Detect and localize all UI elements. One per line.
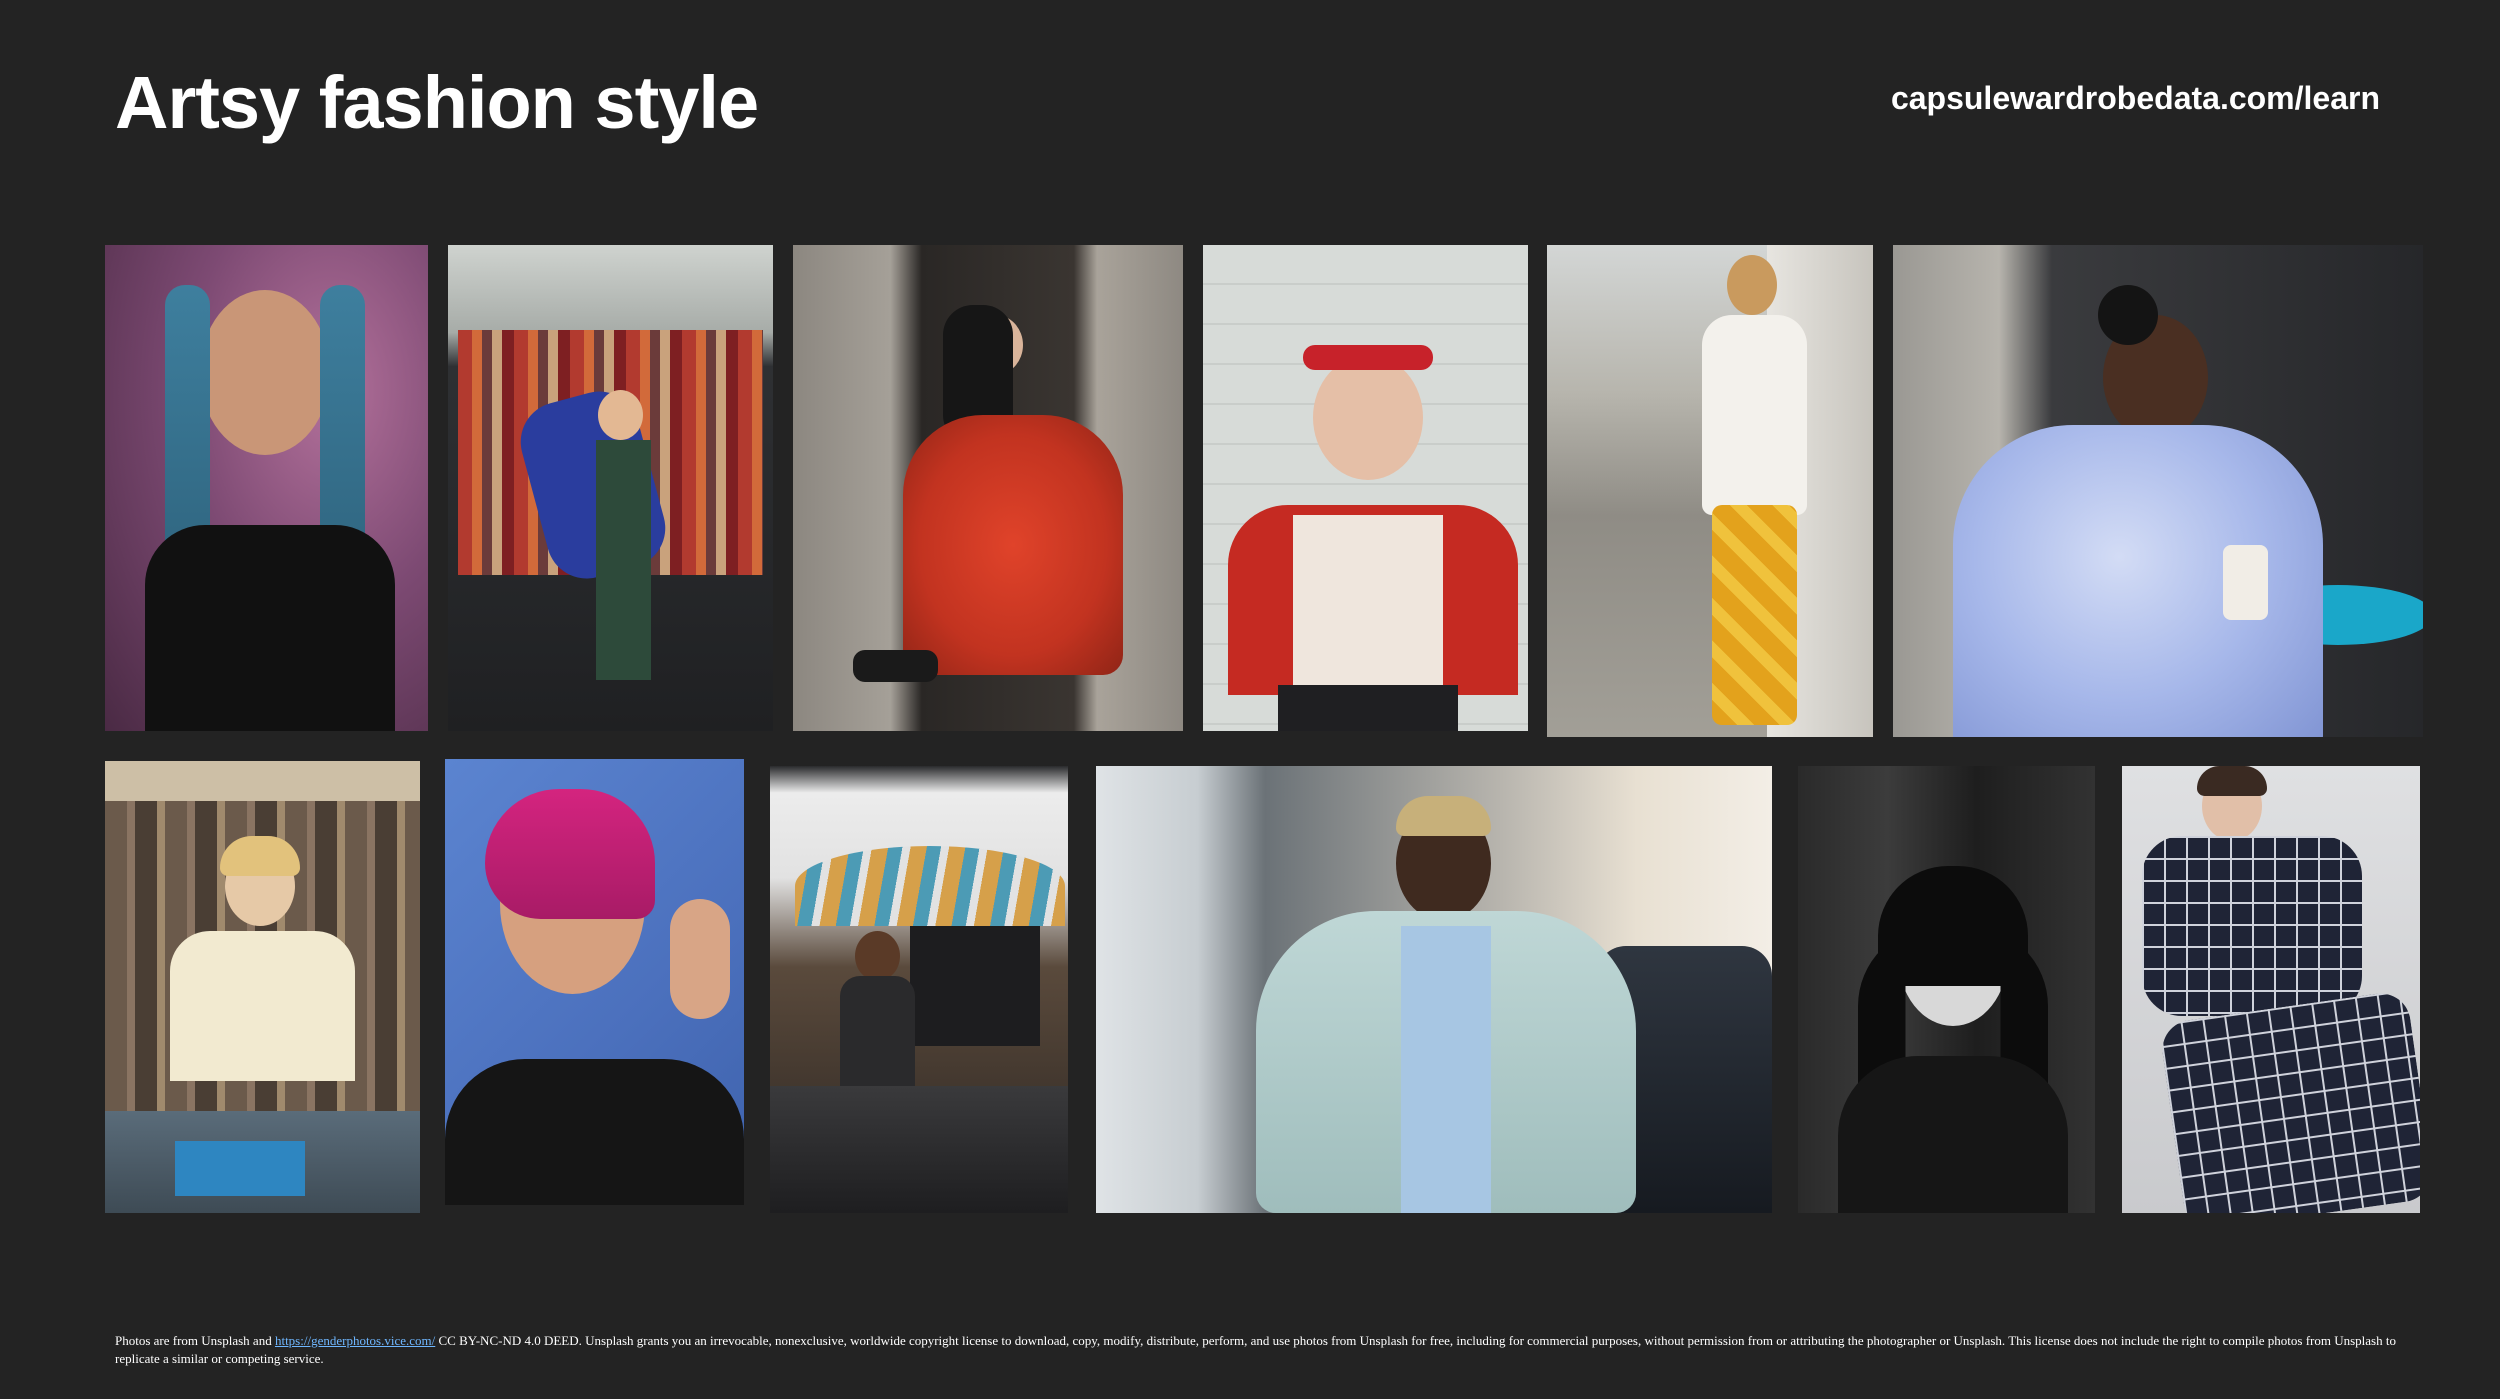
license-footer: Photos are from Unsplash and https://gen… <box>115 1332 2435 1368</box>
photo-woman-pink-hair <box>445 759 744 1205</box>
photo-man-yellow-pants-walking <box>1547 245 1873 737</box>
footer-prefix: Photos are from Unsplash and <box>115 1333 275 1348</box>
footer-license-text: CC BY-NC-ND 4.0 DEED. Unsplash grants yo… <box>115 1333 2396 1366</box>
site-url: capsulewardrobedata.com/learn <box>1890 80 2380 116</box>
photo-woman-red-tulle-skirt <box>793 245 1183 731</box>
photo-person-checkered-outfit <box>2122 766 2420 1213</box>
page-title: Artsy fashion style <box>115 61 759 144</box>
photo-person-blue-fur-coat <box>1893 245 2423 737</box>
photo-woman-record-store <box>105 761 420 1213</box>
photo-woman-black-white-sunglasses <box>1798 766 2095 1213</box>
photo-woman-blue-braids <box>105 245 428 731</box>
photo-woman-clothing-rack <box>448 245 773 731</box>
photo-woman-cherry-top-sunglasses <box>1203 245 1528 731</box>
photo-person-cafe <box>770 766 1068 1213</box>
genderphotos-link[interactable]: https://genderphotos.vice.com/ <box>275 1333 435 1348</box>
photo-man-shearling-jacket <box>1096 766 1772 1213</box>
